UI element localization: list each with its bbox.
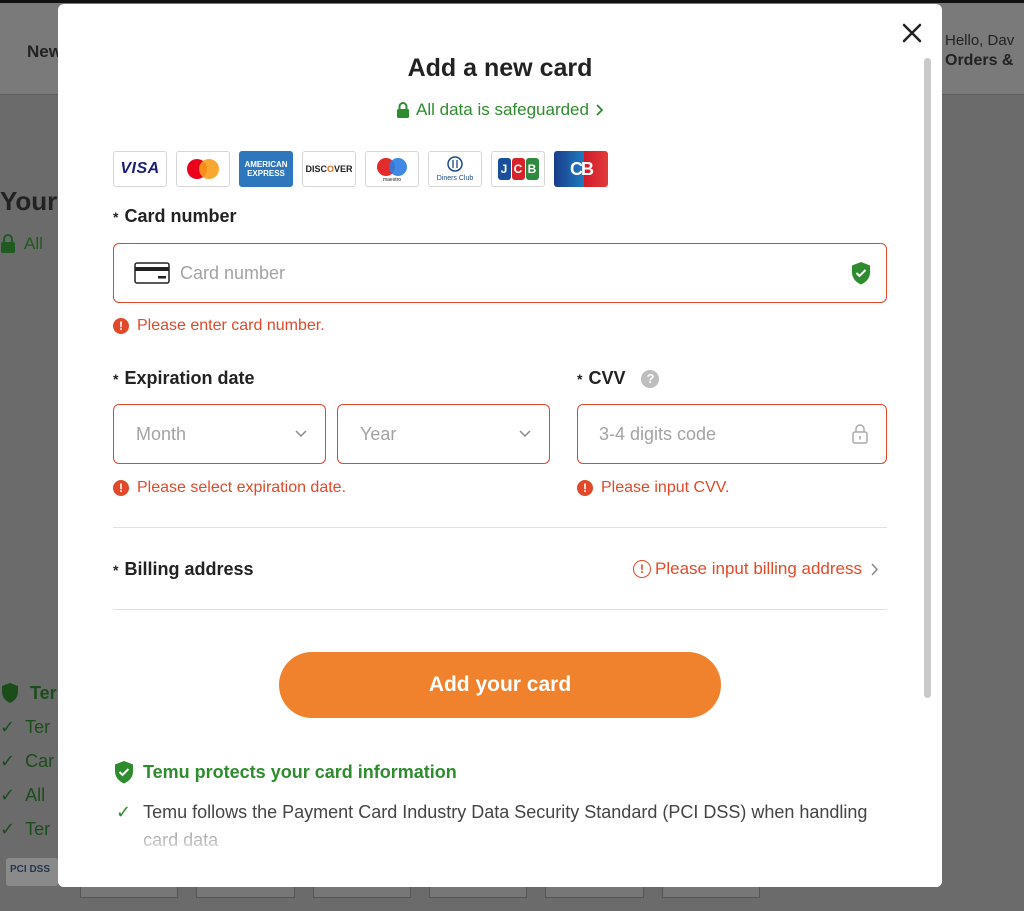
shield-icon — [2, 683, 18, 703]
close-icon[interactable] — [899, 20, 925, 46]
cvv-label-text: CVV — [588, 368, 626, 388]
divider — [113, 527, 887, 528]
background-all-text: All — [24, 234, 43, 253]
list-item: ✓ Ter — [0, 812, 60, 846]
expiration-error-text: Please select expiration date. — [137, 479, 347, 496]
protection-title-text: Temu protects your card information — [143, 761, 457, 782]
maestro-logo: maestro — [365, 151, 419, 187]
lock-icon — [1, 234, 15, 253]
chevron-right-icon — [871, 562, 879, 576]
error-icon: ! — [113, 480, 129, 496]
background-all-row: All — [0, 234, 43, 254]
background-nav-new: New — [27, 42, 62, 61]
mastercard-icon — [187, 159, 219, 179]
month-placeholder: Month — [136, 423, 187, 444]
lock-icon — [852, 424, 868, 444]
chevron-right-icon — [596, 104, 604, 116]
visa-logo-text: VISA — [120, 160, 160, 177]
add-card-modal: Add a new card All data is safeguarded V… — [58, 4, 942, 887]
expiration-error: ! Please select expiration date. — [113, 479, 346, 497]
cvv-input[interactable]: 3-4 digits code — [577, 404, 887, 464]
card-number-label-text: Card number — [124, 206, 237, 226]
list-item: ✓ Ter — [0, 710, 60, 744]
payment-logo — [312, 886, 411, 898]
modal-title: Add a new card — [407, 54, 593, 82]
cvv-error-text: Please input CVV. — [601, 479, 730, 496]
background-list-heading-text: Ter — [30, 682, 57, 703]
background-heading: Your — [0, 186, 58, 216]
visa-logo: VISA — [113, 151, 167, 187]
cvv-error: ! Please input CVV. — [577, 479, 729, 497]
diners-icon — [447, 155, 463, 172]
payment-logo — [661, 886, 760, 898]
diners-club-logo: Diners Club — [428, 151, 482, 187]
card-number-input[interactable]: Card number — [113, 243, 887, 303]
error-icon: ! — [633, 560, 652, 578]
chevron-down-icon — [295, 430, 307, 438]
required-star: * — [113, 208, 119, 225]
amex-logo: AMERICAN EXPRESS — [239, 151, 293, 187]
check-icon: ✓ — [0, 784, 16, 805]
background-list: Ter ✓ Ter ✓ Car ✓ All ✓ Ter — [0, 676, 60, 846]
billing-address-error-text: Please input billing address — [655, 559, 862, 578]
divider — [113, 609, 887, 610]
background-payment-logos — [80, 886, 760, 898]
check-icon: ✓ — [0, 716, 16, 737]
protection-title: Temu protects your card information — [113, 760, 457, 784]
card-number-error: ! Please enter card number. — [113, 317, 325, 335]
list-item-text: Ter — [25, 818, 51, 839]
payment-logo — [196, 886, 295, 898]
expiration-label-text: Expiration date — [124, 368, 255, 388]
background-greeting: Hello, Dav — [945, 32, 1015, 49]
list-item: ✓ All — [0, 778, 60, 812]
card-icon — [134, 262, 170, 284]
card-number-error-text: Please enter card number. — [137, 317, 325, 334]
year-select[interactable]: Year — [337, 404, 550, 464]
list-item-text: Car — [25, 750, 55, 771]
scroll-fade — [58, 826, 942, 887]
expiration-label: * Expiration date — [113, 368, 254, 389]
year-placeholder: Year — [360, 423, 397, 444]
maestro-icon: maestro — [377, 158, 407, 183]
required-star: * — [577, 370, 583, 387]
shield-check-icon — [852, 262, 870, 285]
error-icon: ! — [577, 480, 593, 496]
help-icon[interactable]: ? — [641, 369, 660, 388]
safeguard-text: All data is safeguarded — [416, 100, 589, 119]
billing-address-label: * Billing address — [113, 559, 254, 580]
error-icon: ! — [113, 318, 129, 334]
chevron-down-icon — [519, 430, 531, 438]
add-card-button[interactable]: Add your card — [279, 652, 721, 718]
cvv-placeholder: 3-4 digits code — [599, 423, 717, 444]
discover-logo: DISCOVER — [302, 151, 356, 187]
card-brand-logos: VISA AMERICAN EXPRESS DISCOVER maestro Di… — [113, 151, 608, 187]
jcb-logo: JCB — [491, 151, 545, 187]
billing-address-label-text: Billing address — [124, 559, 254, 579]
safeguard-link[interactable]: All data is safeguarded — [58, 100, 942, 120]
background-list-heading: Ter — [0, 676, 60, 710]
month-select[interactable]: Month — [113, 404, 326, 464]
svg-text:maestro: maestro — [383, 177, 401, 183]
payment-logo — [545, 886, 644, 898]
cvv-label: * CVV ? — [577, 368, 660, 389]
card-number-placeholder: Card number — [180, 262, 286, 283]
billing-address-link[interactable]: ! Please input billing address — [633, 559, 879, 579]
check-icon: ✓ — [0, 750, 16, 771]
card-number-label: * Card number — [113, 206, 236, 227]
scrollbar[interactable] — [924, 58, 931, 698]
shield-check-icon — [115, 761, 133, 784]
mastercard-logo — [176, 151, 230, 187]
cb-logo: CB — [554, 151, 608, 187]
payment-logo — [428, 886, 528, 898]
pci-badge: PCI DSS — [6, 858, 58, 886]
list-item-text: All — [25, 784, 46, 805]
required-star: * — [113, 561, 119, 578]
lock-icon — [397, 101, 410, 118]
check-icon: ✓ — [0, 818, 16, 839]
list-item: ✓ Car — [0, 744, 60, 778]
list-item-text: Ter — [25, 716, 51, 737]
background-orders: Orders & — [945, 52, 1014, 69]
required-star: * — [113, 370, 119, 387]
payment-logo — [80, 886, 179, 898]
